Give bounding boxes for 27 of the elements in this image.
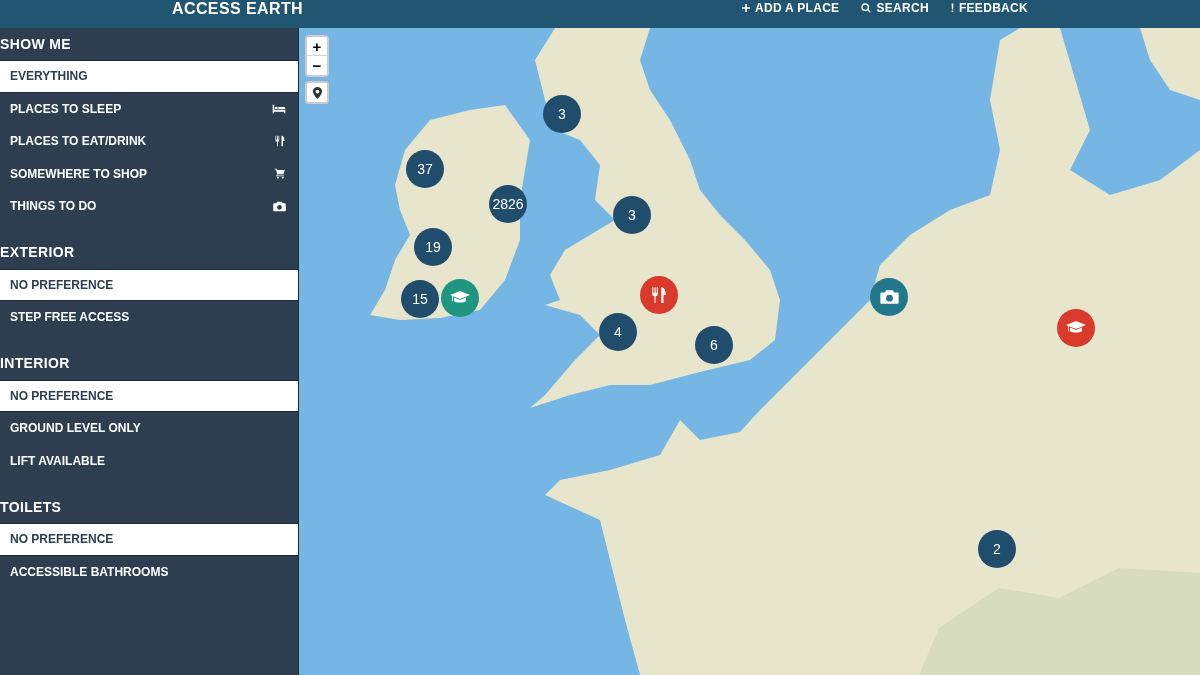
search-icon bbox=[861, 3, 872, 13]
location-pin-icon bbox=[312, 86, 322, 99]
filter-option[interactable]: EVERYTHING bbox=[0, 60, 298, 93]
plus-icon bbox=[742, 4, 750, 12]
zoom-in-button[interactable]: + bbox=[307, 37, 327, 56]
zoom-out-button[interactable]: − bbox=[307, 56, 327, 75]
cart-icon bbox=[274, 168, 286, 180]
section-heading: INTERIOR bbox=[0, 354, 71, 373]
feedback-link[interactable]: FEEDBACK bbox=[950, 2, 1028, 14]
camera-icon bbox=[273, 200, 286, 212]
locate-button[interactable] bbox=[305, 81, 329, 104]
filter-option[interactable]: NO PREFERENCE bbox=[0, 379, 298, 412]
section-heading: SHOW ME bbox=[0, 34, 72, 54]
section-heading: EXTERIOR bbox=[0, 243, 76, 262]
exclamation-icon bbox=[950, 3, 954, 13]
logo-text: ACCESS EARTH bbox=[172, 1, 304, 17]
fork-knife-icon bbox=[274, 135, 286, 148]
search-link[interactable]: SEARCH bbox=[861, 2, 929, 14]
graduation-cap-icon bbox=[450, 291, 470, 305]
bed-icon bbox=[272, 103, 286, 114]
graduation-cap-icon bbox=[1066, 321, 1086, 335]
filter-option[interactable]: NO PREFERENCE bbox=[0, 523, 298, 556]
add-place-link[interactable]: ADD A PLACE bbox=[742, 2, 840, 14]
filter-option[interactable]: NO PREFERENCE bbox=[0, 268, 298, 301]
camera-icon bbox=[879, 289, 899, 305]
fork-knife-icon bbox=[650, 286, 668, 304]
section-heading: TOILETS bbox=[0, 497, 63, 517]
